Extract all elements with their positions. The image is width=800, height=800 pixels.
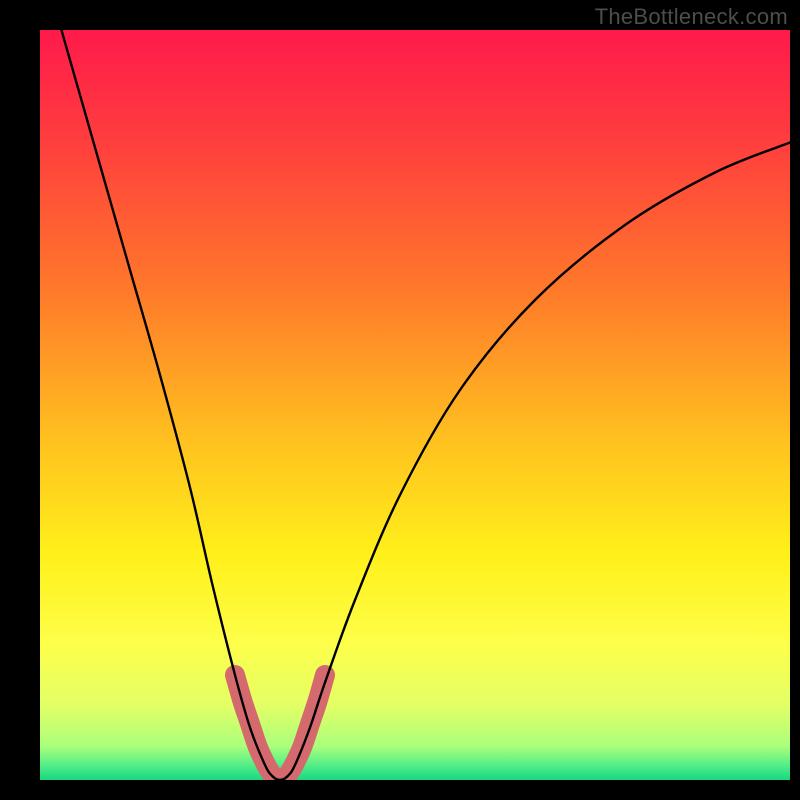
chart-frame: TheBottleneck.com bbox=[0, 0, 800, 800]
bottleneck-chart bbox=[0, 0, 800, 800]
watermark-text: TheBottleneck.com bbox=[595, 4, 788, 30]
plot-background bbox=[40, 30, 790, 780]
